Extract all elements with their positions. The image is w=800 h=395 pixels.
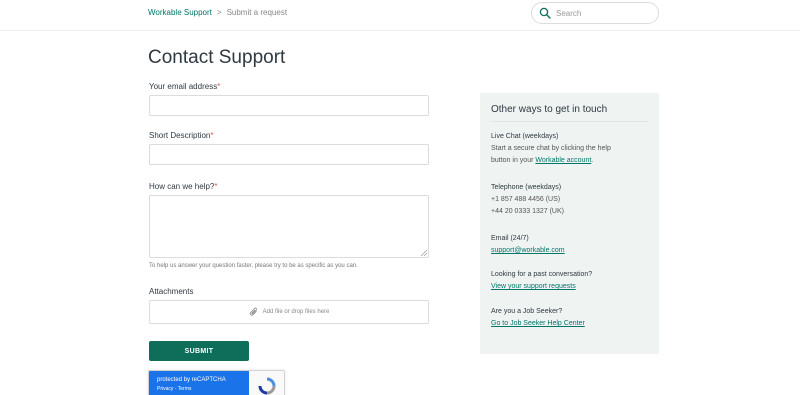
search-input[interactable] — [556, 8, 646, 18]
telephone-section: Telephone (weekdays) +1 857 488 4456 (US… — [491, 182, 651, 218]
contact-sidebar: Other ways to get in touch Live Chat (we… — [480, 93, 659, 354]
required-marker: * — [210, 131, 214, 140]
past-conversation-heading: Looking for a past conversation? — [491, 271, 593, 278]
live-chat-heading: Live Chat (weekdays) — [491, 133, 559, 140]
search-box[interactable] — [531, 2, 659, 24]
job-seeker-heading: Are you a Job Seeker? — [491, 308, 563, 315]
breadcrumb-home-link[interactable]: Workable Support — [148, 8, 212, 17]
recaptcha-text: protected by reCAPTCHA — [157, 377, 226, 383]
support-requests-link[interactable]: View your support requests — [491, 283, 576, 290]
email-heading: Email (24/7) — [491, 235, 529, 242]
paperclip-icon — [249, 307, 257, 316]
live-chat-section: Live Chat (weekdays) Start a secure chat… — [491, 131, 651, 167]
help-hint: To help us answer your question faster, … — [149, 263, 358, 269]
job-seeker-help-link[interactable]: Go to Job Seeker Help Center — [491, 320, 585, 327]
email-label-text: Your email address — [149, 82, 218, 91]
help-label: How can we help?* — [149, 182, 218, 191]
job-seeker-section: Are you a Job Seeker? Go to Job Seeker H… — [491, 306, 651, 330]
attachment-prompt: Add file or drop files here — [262, 309, 330, 315]
live-chat-suffix: . — [591, 157, 594, 164]
attachments-label: Attachments — [149, 287, 194, 296]
past-conversation-section: Looking for a past conversation? View yo… — [491, 269, 651, 293]
sidebar-divider — [491, 121, 648, 122]
support-email-link[interactable]: support@workable.com — [491, 247, 565, 254]
breadcrumb-separator: > — [216, 8, 222, 17]
email-section: Email (24/7) support@workable.com — [491, 233, 651, 257]
sidebar-title: Other ways to get in touch — [491, 104, 608, 115]
breadcrumb: Workable Support > Submit a request — [148, 8, 287, 17]
help-textarea[interactable] — [149, 195, 429, 258]
page-title: Contact Support — [148, 47, 286, 68]
recaptcha-badge[interactable]: protected by reCAPTCHA Privacy - Terms — [148, 370, 285, 395]
required-marker: * — [214, 182, 218, 191]
short-description-label-text: Short Description — [149, 131, 211, 140]
recaptcha-band: protected by reCAPTCHA Privacy - Terms — [149, 371, 249, 395]
workable-account-link[interactable]: Workable account — [535, 157, 591, 164]
telephone-uk: +44 20 0333 1327 (UK) — [491, 208, 564, 215]
resize-grip-icon[interactable] — [421, 250, 427, 256]
telephone-us: +1 857 488 4456 (US) — [491, 196, 561, 203]
attachment-dropzone[interactable]: Add file or drop files here — [149, 300, 429, 324]
short-description-label: Short Description* — [149, 131, 213, 140]
recaptcha-logo-icon — [258, 377, 276, 395]
top-bar: Workable Support > Submit a request — [0, 0, 800, 31]
telephone-heading: Telephone (weekdays) — [491, 184, 562, 191]
email-field[interactable] — [149, 95, 429, 116]
live-chat-description: Start a secure chat by clicking the help… — [491, 143, 631, 167]
recaptcha-links[interactable]: Privacy - Terms — [157, 386, 249, 392]
help-label-text: How can we help? — [149, 182, 215, 191]
email-label: Your email address* — [149, 82, 220, 91]
search-icon — [539, 7, 551, 19]
required-marker: * — [217, 82, 221, 91]
breadcrumb-current: Submit a request — [226, 8, 288, 17]
submit-button[interactable]: SUBMIT — [149, 341, 249, 361]
short-description-field[interactable] — [149, 144, 429, 165]
